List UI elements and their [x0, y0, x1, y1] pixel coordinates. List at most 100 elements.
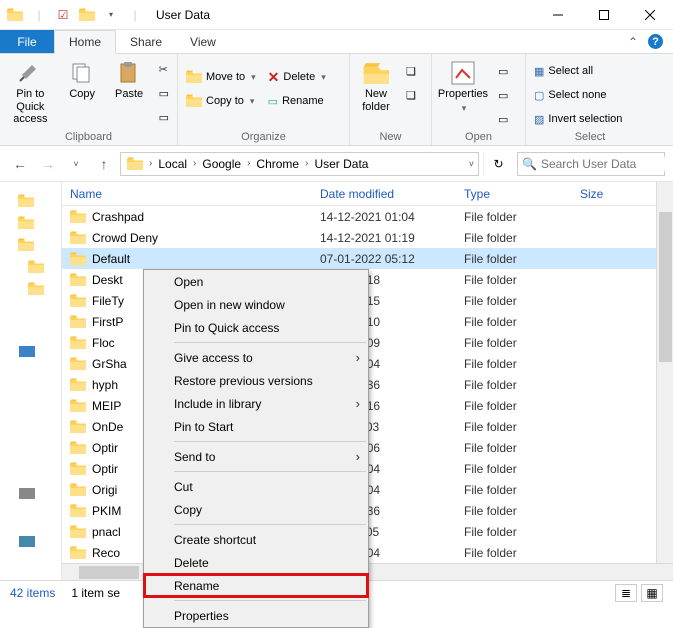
- chevron-right-icon[interactable]: ›: [191, 158, 198, 169]
- qat-folder-icon[interactable]: [4, 4, 26, 26]
- rename-button[interactable]: ▭ Rename: [264, 90, 330, 112]
- move-to-button[interactable]: Move to▾: [182, 66, 260, 88]
- qat-dropdown-icon[interactable]: ▾: [100, 4, 122, 26]
- tab-view[interactable]: View: [176, 30, 230, 53]
- cm-cut[interactable]: Cut: [144, 475, 368, 498]
- search-input[interactable]: [541, 157, 673, 171]
- folder-icon: [70, 252, 86, 266]
- delete-button[interactable]: ✕ Delete▾: [264, 66, 330, 88]
- new-item-button[interactable]: ❏: [402, 60, 420, 82]
- chevron-right-icon[interactable]: ›: [303, 158, 310, 169]
- history-small-button[interactable]: ▭: [494, 108, 512, 130]
- file-name: Crashpad: [92, 210, 144, 224]
- file-type: File folder: [464, 504, 580, 518]
- vertical-scrollbar[interactable]: [656, 182, 673, 563]
- rename-icon: ▭: [268, 95, 278, 108]
- qat-separator2: |: [124, 4, 146, 26]
- tab-file[interactable]: File: [0, 30, 54, 53]
- cm-send-to[interactable]: Send to: [144, 445, 368, 468]
- cm-create-shortcut[interactable]: Create shortcut: [144, 528, 368, 551]
- chevron-right-icon[interactable]: ›: [245, 158, 252, 169]
- maximize-button[interactable]: [581, 0, 627, 30]
- properties-button[interactable]: Properties▾: [436, 56, 490, 126]
- breadcrumb[interactable]: › Local › Google › Chrome › User Data ˅: [120, 152, 479, 176]
- help-icon[interactable]: ?: [648, 34, 663, 49]
- paste-button[interactable]: Paste: [108, 56, 151, 126]
- group-open-label: Open: [436, 131, 521, 145]
- cm-separator: [174, 600, 366, 601]
- breadcrumb-userdata[interactable]: User Data: [310, 157, 372, 171]
- cm-delete[interactable]: Delete: [144, 551, 368, 574]
- close-button[interactable]: [627, 0, 673, 30]
- minimize-button[interactable]: [535, 0, 581, 30]
- invert-selection-button[interactable]: ▨ Invert selection: [530, 108, 626, 130]
- search-icon: 🔍: [522, 157, 537, 171]
- folder-icon: [70, 420, 86, 434]
- back-button[interactable]: ←: [8, 152, 32, 176]
- copy-to-button[interactable]: Copy to▾: [182, 90, 260, 112]
- cm-copy[interactable]: Copy: [144, 498, 368, 521]
- details-view-button[interactable]: ≣: [615, 584, 637, 602]
- copy-button[interactable]: Copy: [61, 56, 104, 126]
- breadcrumb-dropdown-icon[interactable]: ˅: [467, 159, 476, 169]
- new-folder-button[interactable]: New folder: [354, 56, 398, 126]
- qat-folder2-icon[interactable]: [76, 4, 98, 26]
- edit-small-button[interactable]: ▭: [494, 84, 512, 106]
- breadcrumb-google[interactable]: Google: [198, 157, 245, 171]
- group-new-label: New: [354, 131, 427, 145]
- status-item-count: 42 items: [10, 586, 55, 600]
- breadcrumb-chrome[interactable]: Chrome: [252, 157, 303, 171]
- header-name[interactable]: Name: [62, 187, 320, 201]
- cm-open-new-window[interactable]: Open in new window: [144, 293, 368, 316]
- cm-restore[interactable]: Restore previous versions: [144, 369, 368, 392]
- folder-icon: [70, 273, 86, 287]
- collapse-ribbon-icon[interactable]: ⌃: [628, 35, 638, 49]
- header-date[interactable]: Date modified: [320, 187, 464, 201]
- file-type: File folder: [464, 315, 580, 329]
- table-row[interactable]: Crashpad14-12-2021 01:04File folder: [62, 206, 673, 227]
- select-all-button[interactable]: ▦ Select all: [530, 60, 626, 82]
- qat-check-icon[interactable]: ☑: [52, 4, 74, 26]
- table-row[interactable]: Default07-01-2022 05:12File folder: [62, 248, 673, 269]
- chevron-right-icon[interactable]: ›: [147, 158, 154, 169]
- breadcrumb-local[interactable]: Local: [154, 157, 191, 171]
- up-button[interactable]: ↑: [92, 152, 116, 176]
- search-box[interactable]: 🔍: [517, 152, 665, 176]
- cm-rename[interactable]: Rename: [144, 574, 368, 597]
- easy-access-button[interactable]: ❏: [402, 84, 420, 106]
- copy-icon: [68, 60, 96, 86]
- refresh-button[interactable]: ↻: [483, 152, 513, 176]
- new-folder-icon: [362, 60, 390, 86]
- copy-path-button[interactable]: ▭: [155, 82, 173, 104]
- folder-icon: [70, 504, 86, 518]
- cm-pin-quick[interactable]: Pin to Quick access: [144, 316, 368, 339]
- open-small-button[interactable]: ▭: [494, 60, 512, 82]
- table-row[interactable]: Crowd Deny14-12-2021 01:19File folder: [62, 227, 673, 248]
- cm-properties[interactable]: Properties: [144, 604, 368, 627]
- thumbnails-view-button[interactable]: ▦: [641, 584, 663, 602]
- paste-shortcut-button[interactable]: ▭: [155, 106, 173, 128]
- cut-small-button[interactable]: ✂: [155, 58, 173, 80]
- cm-pin-start[interactable]: Pin to Start: [144, 415, 368, 438]
- recent-locations-button[interactable]: ˅: [64, 152, 88, 176]
- pin-quick-access-button[interactable]: Pin to Quick access: [4, 56, 57, 126]
- file-type: File folder: [464, 336, 580, 350]
- group-organize-label: Organize: [182, 131, 345, 145]
- file-name: MEIP: [92, 399, 121, 413]
- cm-include-library[interactable]: Include in library: [144, 392, 368, 415]
- tab-share[interactable]: Share: [116, 30, 176, 53]
- nav-tree[interactable]: [0, 182, 62, 580]
- file-name: Default: [92, 252, 130, 266]
- folder-icon: [70, 315, 86, 329]
- column-headers[interactable]: Name Date modified Type Size: [62, 182, 673, 206]
- cm-open[interactable]: Open: [144, 270, 368, 293]
- select-none-button[interactable]: ▢ Select none: [530, 84, 626, 106]
- forward-button[interactable]: →: [36, 152, 60, 176]
- cm-give-access[interactable]: Give access to: [144, 346, 368, 369]
- cm-separator: [174, 471, 366, 472]
- invert-icon: ▨: [534, 113, 544, 126]
- shortcut-icon: ▭: [159, 111, 169, 124]
- file-name: OnDe: [92, 420, 123, 434]
- header-type[interactable]: Type: [464, 187, 580, 201]
- tab-home[interactable]: Home: [54, 30, 116, 54]
